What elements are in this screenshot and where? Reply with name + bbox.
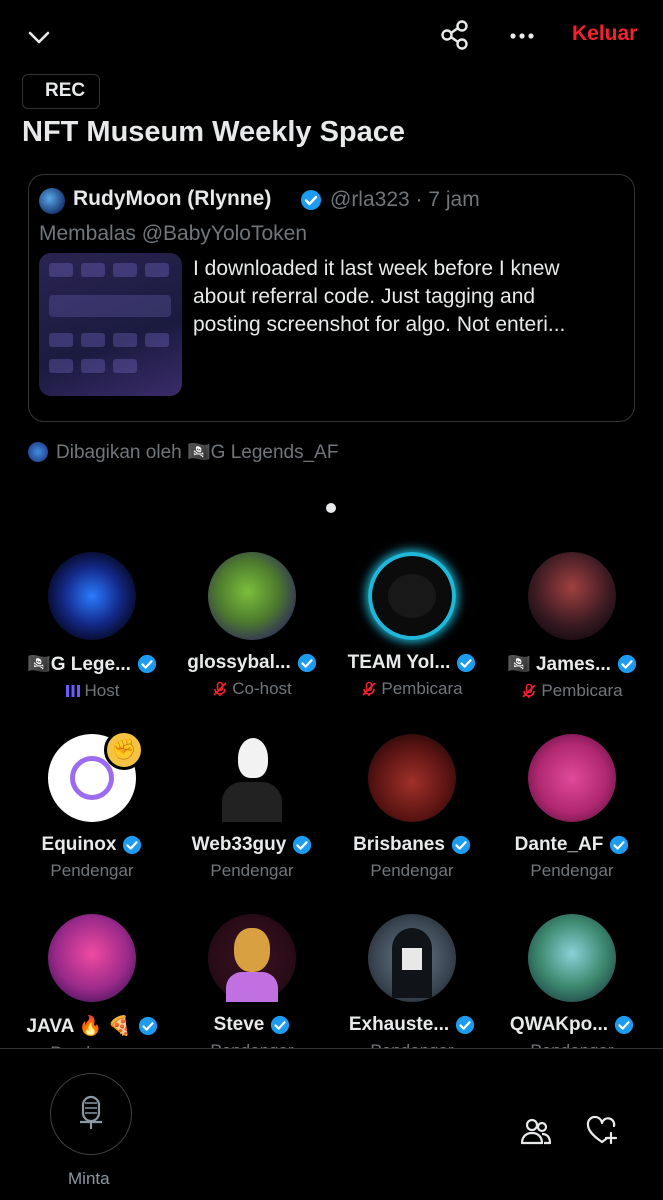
- author-avatar: [39, 188, 65, 214]
- verified-badge-icon: [297, 653, 316, 673]
- post-text: I downloaded it last week before I knew …: [193, 257, 566, 336]
- mic-muted-icon: [213, 681, 227, 696]
- request-mic-label: Minta: [68, 1169, 110, 1188]
- participant-role: Host: [84, 681, 120, 700]
- participant-avatar: [208, 552, 296, 640]
- participant-avatar: [368, 552, 456, 640]
- bottom-bar: Minta: [0, 1048, 663, 1200]
- participant-name: JAVA 🔥 🍕: [26, 1016, 132, 1037]
- verified-badge-icon: [293, 835, 312, 855]
- participant[interactable]: TEAM Yol... Pembicara: [332, 552, 492, 699]
- author-name: RudyMoon (Rlynne): [73, 187, 272, 210]
- participant[interactable]: 🏴‍☠️G Lege... Host: [12, 552, 172, 701]
- participant-role: Pendengar: [210, 861, 294, 880]
- participant-avatar: [368, 734, 456, 822]
- participant-name: Equinox: [41, 834, 117, 855]
- shared-by: Dibagikan oleh 🏴‍☠️G Legends_AF: [28, 440, 338, 464]
- participant-name: Steve: [213, 1014, 265, 1035]
- participant[interactable]: Web33guy Pendengar: [172, 734, 332, 881]
- participant-avatar: [528, 552, 616, 640]
- top-bar: Keluar: [0, 0, 663, 70]
- participant-name: 🏴‍☠️G Lege...: [27, 654, 131, 675]
- participant-name: Dante_AF: [514, 834, 604, 855]
- participant-name: Exhauste...: [348, 1014, 450, 1035]
- share-icon[interactable]: [438, 18, 472, 52]
- more-options-icon[interactable]: [506, 22, 540, 50]
- author-handle-time: @rla323 · 7 jam: [330, 188, 480, 211]
- participant[interactable]: Brisbanes Pendengar: [332, 734, 492, 881]
- verified-badge-icon: [137, 654, 157, 674]
- participant[interactable]: QWAKpo... Pendengar: [492, 914, 652, 1061]
- participant-name: TEAM Yol...: [347, 652, 451, 673]
- participant[interactable]: 🏴‍☠️ James... Pembicara: [492, 552, 652, 701]
- participant[interactable]: glossybal... Co-host: [172, 552, 332, 699]
- verified-badge-icon: [456, 1015, 475, 1035]
- participant-avatar: ✊: [48, 730, 144, 822]
- verified-badge-icon: [614, 1015, 634, 1035]
- people-icon[interactable]: [520, 1115, 552, 1147]
- mic-muted-icon: [522, 683, 536, 698]
- participant-name: glossybal...: [187, 652, 291, 673]
- leave-button[interactable]: Keluar: [572, 22, 637, 46]
- participant[interactable]: Dante_AF Pendengar: [492, 734, 652, 881]
- mic-muted-icon: [362, 681, 376, 696]
- participant-avatar: [48, 914, 136, 1002]
- reply-context: Membalas @BabyYoloToken: [39, 222, 308, 245]
- participant-name: Web33guy: [191, 834, 287, 855]
- participant[interactable]: Exhauste... Pendengar: [332, 914, 492, 1061]
- participant-name: Brisbanes: [353, 834, 445, 855]
- shared-by-label: Dibagikan oleh 🏴‍☠️G Legends_AF: [56, 442, 339, 463]
- participant-role: Pendengar: [50, 861, 134, 880]
- pinned-post-card[interactable]: RudyMoon (Rlynne) @rla323 · 7 jam Membal…: [28, 174, 635, 422]
- sharer-avatar: [28, 442, 48, 462]
- participant[interactable]: JAVA 🔥 🍕 Pendengar: [12, 914, 172, 1063]
- post-image: [39, 253, 182, 396]
- verified-badge-icon: [617, 654, 637, 674]
- verified-badge-icon: [451, 835, 471, 855]
- microphone-icon: [79, 1095, 102, 1129]
- participant[interactable]: ✊ Equinox Pendengar: [12, 730, 172, 881]
- participant-role: Co-host: [232, 679, 292, 698]
- page-indicator-dot: [326, 503, 336, 513]
- participant-avatar: [528, 734, 616, 822]
- verified-badge-icon: [610, 835, 629, 855]
- participant-role: Pembicara: [541, 681, 623, 700]
- verified-badge-icon: [138, 1016, 157, 1036]
- participant-avatar: [528, 914, 616, 1002]
- participant-role: Pendengar: [370, 861, 454, 880]
- participant-avatar: [208, 914, 296, 1002]
- participant-avatar: [368, 914, 456, 1002]
- heart-add-icon[interactable]: [586, 1115, 618, 1147]
- chevron-down-icon[interactable]: [24, 22, 54, 52]
- participant-role: Pembicara: [381, 679, 463, 698]
- verified-badge-icon: [301, 190, 321, 210]
- verified-badge-icon: [123, 835, 142, 855]
- space-title: NFT Museum Weekly Space: [22, 116, 406, 148]
- participant-role: Pendengar: [530, 861, 614, 880]
- participant-name: 🏴‍☠️ James...: [507, 654, 611, 675]
- participant-avatar: [208, 734, 296, 822]
- audio-bars-icon: [65, 685, 80, 697]
- participant-name: QWAKpo...: [509, 1014, 609, 1035]
- verified-badge-icon: [271, 1015, 290, 1035]
- request-mic-button[interactable]: [50, 1073, 132, 1155]
- participant[interactable]: Steve Pendengar: [172, 914, 332, 1061]
- raised-hand-icon: ✊: [104, 730, 144, 770]
- rec-badge: REC: [22, 74, 101, 109]
- participant-avatar: [48, 552, 136, 640]
- verified-badge-icon: [457, 653, 476, 673]
